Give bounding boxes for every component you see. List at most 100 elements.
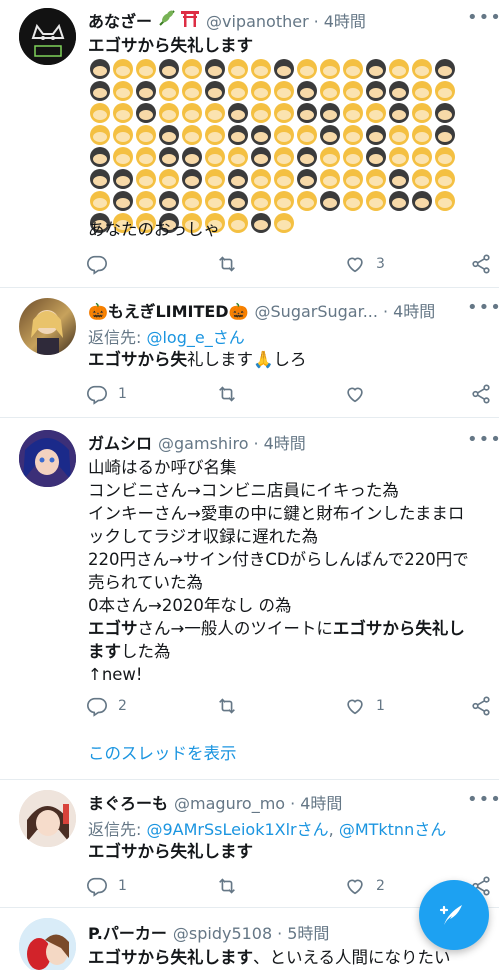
display-name[interactable]: まぐろーも: [88, 790, 168, 814]
person-bowing-emoji-icon: [273, 191, 294, 211]
person-bowing-emoji-icon: [89, 103, 110, 123]
display-name[interactable]: あなざー: [88, 8, 152, 32]
tweet[interactable]: ガムシロ @gamshiro · 4時間 ••• 山崎はるか呼び名集 コンビニさ…: [0, 418, 499, 780]
retweet-button[interactable]: [216, 694, 248, 718]
tweet[interactable]: あなざー @vipanother · 4時間 ••• エゴサから失礼します (f…: [0, 0, 499, 288]
timestamp[interactable]: 4時間: [300, 790, 342, 814]
user-handle[interactable]: @spidy5108: [173, 924, 272, 943]
avatar[interactable]: [19, 298, 76, 355]
tweet-line: ックしてラジオ収録に遅れた為: [88, 527, 319, 546]
timestamp[interactable]: 4時間: [393, 298, 435, 322]
person-bowing-emoji-icon: [319, 125, 340, 145]
person-bowing-emoji-icon: [296, 125, 317, 145]
person-bowing-emoji-icon: [342, 147, 363, 167]
avatar[interactable]: [19, 918, 76, 970]
person-bowing-emoji-icon: [365, 191, 386, 211]
person-bowing-emoji-icon: [89, 191, 110, 211]
display-name[interactable]: 🎃もえぎLIMITED🎃: [88, 298, 249, 322]
text: さん→一般人のツイートに: [137, 619, 333, 638]
reply-to-link[interactable]: @log_e_さん: [146, 328, 244, 347]
more-icon[interactable]: •••: [467, 9, 499, 32]
tweet[interactable]: まぐろーも @maguro_mo · 4時間 ••• 返信先: @9AMrSsL…: [0, 780, 499, 908]
avatar[interactable]: [19, 430, 76, 487]
person-bowing-emoji-icon: [112, 81, 133, 101]
user-handle[interactable]: @SugarSugar...: [255, 302, 378, 321]
person-bowing-emoji-icon: [204, 103, 225, 123]
person-bowing-emoji-icon: [296, 191, 317, 211]
reply-button[interactable]: [86, 252, 118, 276]
like-icon: [347, 257, 363, 273]
tweet[interactable]: 🎃もえぎLIMITED🎃 @SugarSugar... · 4時間 ••• 返信…: [0, 288, 499, 418]
person-bowing-emoji-icon: [342, 103, 363, 123]
more-icon[interactable]: •••: [467, 431, 499, 454]
person-bowing-emoji-icon: [112, 59, 133, 79]
reply-button[interactable]: 2: [86, 694, 127, 718]
bold-text: ます: [88, 642, 121, 661]
compose-tweet-button[interactable]: [419, 880, 489, 950]
tweet-text: エゴサから失礼します🙏しろ: [88, 348, 489, 371]
user-handle[interactable]: @maguro_mo: [174, 794, 285, 813]
avatar-character-drawing: [19, 790, 76, 847]
person-bowing-emoji-icon: [296, 59, 317, 79]
person-bowing-emoji-icon: [434, 103, 455, 123]
person-bowing-emoji-icon: [112, 147, 133, 167]
share-button[interactable]: [470, 252, 499, 276]
user-handle[interactable]: @vipanother: [206, 12, 309, 31]
tweet-text-bold: エゴサから失礼します: [88, 842, 253, 861]
bold-text: エゴサ: [88, 619, 138, 638]
reply-prefix: 返信先:: [88, 820, 147, 839]
person-bowing-emoji-icon: [388, 81, 409, 101]
tweet-line: 売られていた為: [88, 573, 204, 592]
reply-button[interactable]: 1: [86, 874, 127, 898]
timestamp[interactable]: 5時間: [287, 920, 329, 944]
user-handle[interactable]: @gamshiro: [158, 434, 248, 453]
show-thread-link[interactable]: このスレッドを表示: [88, 740, 237, 764]
retweet-icon: [219, 256, 235, 272]
person-bowing-emoji-icon: [296, 81, 317, 101]
share-button[interactable]: [470, 382, 499, 406]
person-bowing-emoji-icon: [227, 81, 248, 101]
person-bowing-emoji-icon: [411, 147, 432, 167]
person-bowing-emoji-icon: [434, 147, 455, 167]
separator-dot: ·: [277, 924, 283, 943]
display-name[interactable]: P.パーカー: [88, 920, 167, 944]
reply-to-link[interactable]: @MTktnnさん: [339, 820, 446, 839]
retweet-button[interactable]: [216, 874, 248, 898]
person-bowing-emoji-icon: [365, 59, 386, 79]
like-button[interactable]: [344, 382, 376, 406]
reply-button[interactable]: 1: [86, 382, 127, 406]
person-bowing-emoji-icon: [158, 125, 179, 145]
retweet-button[interactable]: [216, 382, 248, 406]
avatar[interactable]: [19, 790, 76, 847]
timestamp[interactable]: 4時間: [264, 430, 306, 454]
like-button[interactable]: 1: [344, 694, 385, 718]
like-button[interactable]: 2: [344, 874, 385, 898]
tweet-actions: 1: [86, 382, 496, 406]
compose-icon: [439, 905, 462, 925]
person-bowing-emoji-icon: [181, 147, 202, 167]
display-name[interactable]: ガムシロ: [88, 430, 152, 454]
share-icon: [472, 696, 490, 716]
more-icon[interactable]: •••: [467, 299, 499, 322]
retweet-button[interactable]: [216, 252, 248, 276]
torii-emoji-icon: [180, 9, 200, 27]
timestamp[interactable]: 4時間: [324, 8, 366, 32]
avatar[interactable]: [19, 8, 76, 65]
tweet-text: エゴサから失礼します、といえる人間になりたい: [88, 946, 489, 969]
more-icon[interactable]: •••: [467, 791, 499, 814]
person-bowing-emoji-icon: [365, 125, 386, 145]
person-bowing-emoji-icon: [227, 191, 248, 211]
like-button[interactable]: 3: [344, 252, 385, 276]
separator-dot: ·: [253, 434, 259, 453]
person-bowing-emoji-icon: [411, 191, 432, 211]
person-bowing-emoji-icon: [388, 147, 409, 167]
tweet-text-bold: エゴサから失: [88, 350, 187, 369]
tweet-line: 0本さん→2020年なし の為: [88, 596, 292, 615]
person-bowing-emoji-icon: [319, 103, 340, 123]
person-bowing-emoji-icon: [112, 191, 133, 211]
reply-to-link[interactable]: @9AMrSsLeiok1Xlrさん: [146, 820, 328, 839]
person-bowing-emoji-icon: [89, 147, 110, 167]
share-button[interactable]: [470, 694, 499, 718]
tweet-text: あなたのおっしゃ: [88, 220, 220, 239]
reply-icon: [87, 877, 107, 897]
